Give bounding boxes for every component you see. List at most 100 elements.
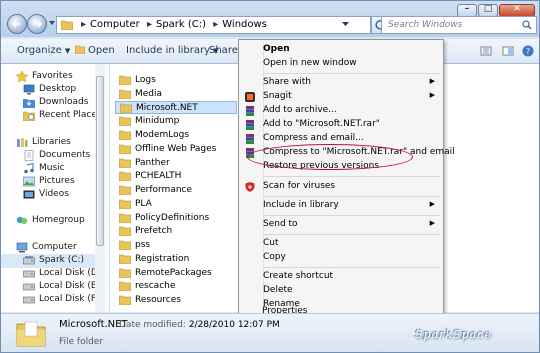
preview-pane-icon[interactable]	[501, 44, 515, 58]
nav-drive-d[interactable]: Local Disk (D:)	[1, 267, 104, 281]
crumb-drive[interactable]: Spark (C:)	[156, 19, 206, 30]
menu-add-to-archive[interactable]: Add to archive...	[241, 104, 441, 118]
search-placeholder: Search Windows	[388, 20, 463, 30]
folder-icon	[119, 254, 131, 264]
address-bar[interactable]: ▸ Computer ▸ Spark (C:) ▸ Windows	[56, 16, 371, 34]
details-date: Date modified: 2/28/2010 12:07 PM	[119, 320, 280, 330]
menu-open[interactable]: Open	[241, 43, 441, 57]
explorer-window: – □ ✕ ▸ Computer ▸ Spark (C:) ▸ Windows Sea…	[0, 0, 540, 353]
folder-icon	[119, 185, 131, 195]
forward-button[interactable]	[27, 14, 47, 34]
highlight-ring	[247, 144, 413, 170]
nav-computer[interactable]: Computer	[1, 241, 95, 255]
menu-copy[interactable]: Copy	[241, 251, 441, 265]
folder-icon	[119, 171, 131, 181]
menu-separator	[263, 234, 441, 235]
nav-downloads[interactable]: Downloads	[1, 96, 95, 110]
nav-desktop[interactable]: Desktop	[1, 83, 95, 97]
menu-create-shortcut[interactable]: Create shortcut	[241, 270, 441, 284]
drive-icon	[23, 296, 35, 304]
back-arrow-icon	[11, 20, 20, 28]
menu-snagit[interactable]: Snagit ▶	[241, 90, 441, 104]
nav-scrollbar-thumb[interactable]	[96, 76, 104, 246]
winrar-icon	[246, 134, 254, 144]
nav-drive-f[interactable]: Local Disk (F:)	[1, 293, 102, 307]
menu-delete[interactable]: Delete	[241, 284, 441, 298]
file-item[interactable]: Prefetch	[115, 225, 237, 238]
file-item[interactable]: ModemLogs	[115, 129, 237, 142]
folder-icon	[119, 75, 131, 85]
nav-scrollbar[interactable]	[95, 64, 105, 312]
menu-add-to-rar[interactable]: Add to "Microsoft.NET.rar"	[241, 118, 441, 132]
nav-drive-e[interactable]: Local Disk (E:)	[1, 280, 103, 294]
file-item[interactable]: Offline Web Pages	[115, 143, 237, 156]
submenu-arrow-icon: ▶	[429, 219, 435, 227]
file-item[interactable]: pss	[115, 239, 237, 252]
nav-pictures[interactable]: Pictures	[1, 175, 95, 189]
open-button[interactable]: Open	[74, 45, 115, 56]
desktop-icon	[23, 84, 35, 95]
nav-drive-c[interactable]: Spark (C:)	[1, 254, 95, 268]
crumb-windows[interactable]: Windows	[222, 19, 267, 30]
menu-separator	[263, 176, 441, 177]
menu-scan-viruses[interactable]: Scan for viruses	[241, 180, 441, 194]
nav-music[interactable]: Music	[1, 162, 95, 176]
menu-include-in-library[interactable]: Include in library ▶	[241, 199, 441, 213]
file-item[interactable]: PolicyDefinitions	[115, 212, 237, 225]
menu-share-with[interactable]: Share with ▶	[241, 76, 441, 90]
file-item[interactable]: rescache	[115, 280, 237, 293]
include-in-library-button[interactable]: Include in library ▼	[126, 45, 218, 56]
folder-icon	[119, 199, 131, 209]
watermark-logo: SparkSpace	[415, 328, 492, 341]
file-item[interactable]: Minidump	[115, 115, 237, 128]
videos-icon	[23, 190, 35, 199]
computer-icon	[16, 242, 28, 253]
help-icon[interactable]: ?	[521, 44, 535, 58]
file-item-selected[interactable]: Microsoft.NET	[115, 101, 237, 114]
menu-separator	[263, 267, 441, 268]
file-item[interactable]: Logs	[115, 74, 237, 87]
history-dropdown-icon[interactable]	[49, 20, 55, 26]
folder-icon	[119, 240, 131, 250]
submenu-arrow-icon: ▶	[429, 200, 435, 208]
chevron-down-icon[interactable]	[342, 22, 349, 27]
view-options-icon[interactable]	[479, 44, 493, 58]
nav-documents[interactable]: Documents	[1, 149, 95, 163]
file-item[interactable]: Media	[115, 88, 237, 101]
folder-icon	[119, 130, 131, 140]
drive-icon	[23, 256, 35, 265]
folder-icon	[119, 213, 131, 223]
folder-icon	[119, 116, 131, 126]
folder-icon	[74, 45, 86, 55]
nav-favorites[interactable]: Favorites	[1, 70, 95, 84]
submenu-arrow-icon: ▶	[429, 77, 435, 85]
music-icon	[24, 163, 34, 174]
forward-arrow-icon	[34, 20, 43, 28]
organize-button[interactable]: Organize ▼	[17, 45, 70, 56]
file-item[interactable]: Performance	[115, 184, 237, 197]
file-item[interactable]: Resources	[115, 294, 237, 307]
nav-videos[interactable]: Videos	[1, 188, 95, 202]
crumb-computer[interactable]: Computer	[90, 19, 140, 30]
pictures-icon	[23, 176, 35, 187]
search-input[interactable]: Search Windows	[381, 16, 537, 34]
details-type: File folder	[59, 337, 104, 347]
back-button[interactable]	[7, 14, 27, 34]
file-item[interactable]: Registration	[115, 253, 237, 266]
file-item[interactable]: PLA	[115, 198, 237, 211]
menu-cut[interactable]: Cut	[241, 237, 441, 251]
nav-libraries[interactable]: Libraries	[1, 136, 95, 150]
menu-send-to[interactable]: Send to ▶	[241, 218, 441, 232]
file-item[interactable]: PCHEALTH	[115, 170, 237, 183]
folder-icon	[119, 89, 131, 99]
winrar-icon	[246, 120, 254, 130]
submenu-arrow-icon: ▶	[429, 91, 435, 99]
navigation-pane: Favorites Desktop Downloads Recent Place…	[1, 64, 110, 312]
nav-recent-places[interactable]: Recent Places	[1, 109, 102, 123]
search-icon	[522, 20, 532, 30]
file-item[interactable]: RemotePackages	[115, 267, 237, 280]
menu-open-new-window[interactable]: Open in new window	[241, 57, 441, 71]
nav-homegroup[interactable]: Homegroup	[1, 214, 95, 228]
file-item[interactable]: Panther	[115, 157, 237, 170]
documents-icon	[24, 150, 34, 161]
